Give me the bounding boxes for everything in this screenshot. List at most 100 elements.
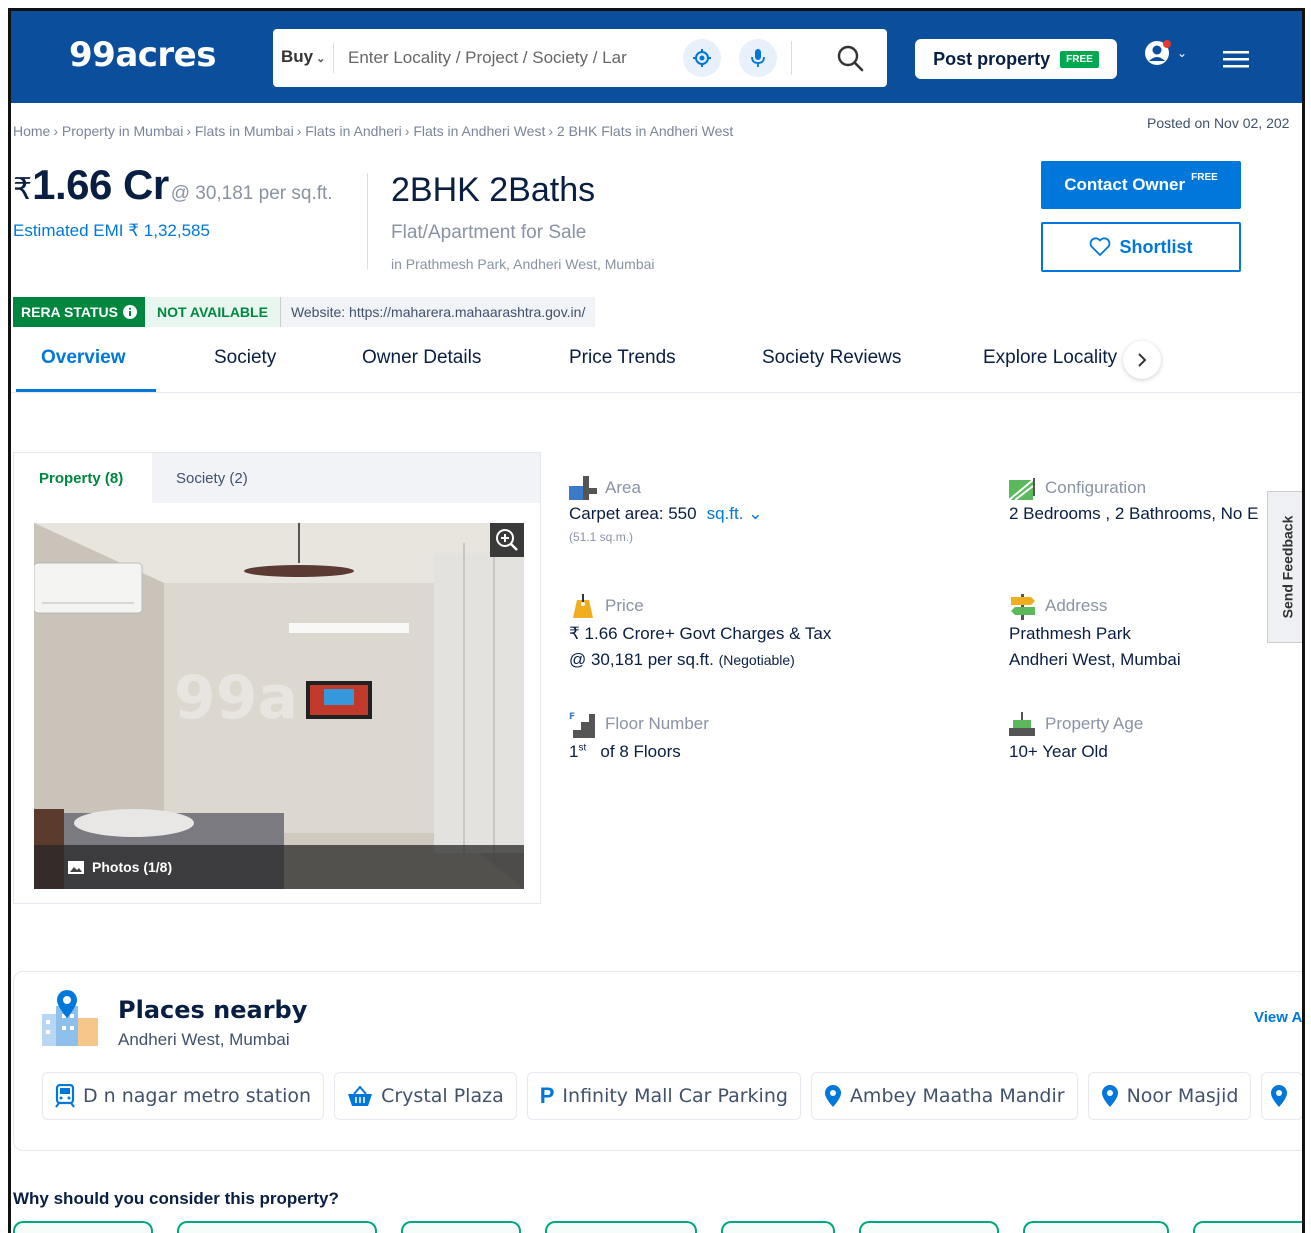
listing-location: in Prathmesh Park, Andheri West, Mumbai	[391, 256, 655, 272]
area-sqm: (51.1 sq.m.)	[569, 530, 634, 544]
address-line1: Prathmesh Park	[1009, 624, 1131, 643]
area-icon	[569, 476, 597, 500]
divider	[333, 43, 334, 73]
rera-website[interactable]: Website: https://maharera.mahaarashtra.g…	[279, 297, 596, 327]
detail-property-age: Property Age 10+ Year Old	[1009, 710, 1143, 762]
nearby-place-label: Ambey Maatha Mandir	[849, 1085, 1065, 1107]
rupee-symbol: ₹	[13, 173, 33, 206]
parking-icon: P	[539, 1083, 555, 1108]
property-photo[interactable]: 99a Photos (1/8)	[34, 523, 524, 889]
tab-society-reviews[interactable]: Society Reviews	[762, 347, 901, 369]
image-icon	[68, 860, 84, 874]
highlight-pill	[13, 1221, 153, 1233]
tab-property-photos[interactable]: Property (8)	[14, 453, 152, 503]
building-age-icon	[1009, 712, 1035, 736]
listing-subtitle: Flat/Apartment for Sale	[391, 222, 587, 243]
feedback-label: Send Feedback	[1279, 515, 1296, 619]
nearby-place-chip[interactable]: Noor Masjid	[1087, 1072, 1252, 1120]
price-value: ₹ 1.66 Crore+ Govt Charges & Tax	[569, 624, 832, 643]
locate-me-icon[interactable]	[683, 39, 721, 77]
view-all-link[interactable]: View Al	[1254, 1009, 1302, 1026]
places-nearby-title: Places nearby	[118, 996, 308, 1024]
tab-price-trends[interactable]: Price Trends	[569, 347, 676, 369]
configuration-value: 2 Bedrooms , 2 Bathrooms, No E	[1009, 504, 1259, 523]
chevron-right-icon[interactable]	[1123, 341, 1161, 379]
breadcrumb-item[interactable]: Property in Mumbai	[62, 123, 183, 139]
price-per-sqft-detail: @ 30,181 per sq.ft.	[569, 650, 714, 669]
nearby-place-chip[interactable]: D n nagar metro station	[42, 1072, 325, 1120]
photo-gallery: Property (8) Society (2) 99a Photos (1/8…	[13, 452, 541, 904]
user-account-menu[interactable]: ⌄	[1145, 39, 1187, 67]
shortlist-label: Shortlist	[1119, 236, 1193, 257]
zoom-in-icon[interactable]	[490, 523, 524, 557]
post-property-label: Post property	[933, 48, 1051, 69]
location-pin-icon	[1271, 1085, 1288, 1107]
highlight-pill	[545, 1221, 697, 1233]
nearby-place-chip[interactable]: Crystal Plaza	[334, 1072, 517, 1120]
nearby-places-list: D n nagar metro station Crystal Plaza P …	[42, 1072, 1302, 1120]
why-consider-heading: Why should you consider this property?	[13, 1189, 339, 1208]
microphone-icon[interactable]	[739, 39, 777, 77]
estimated-emi-link[interactable]: Estimated EMI ₹ 1,32,585	[13, 221, 210, 241]
active-tab-indicator	[16, 389, 156, 392]
breadcrumb-item[interactable]: Home	[13, 123, 50, 139]
breadcrumb-item[interactable]: Flats in Andheri West	[413, 123, 545, 139]
nearby-place-label: D n nagar metro station	[83, 1085, 312, 1107]
total-floors: of 8 Floors	[600, 742, 681, 761]
chevron-down-icon: ⌄	[748, 504, 763, 523]
nearby-place-label: Noor Masjid	[1126, 1085, 1239, 1107]
nearby-place-chip[interactable]: P Infinity Mall Car Parking	[526, 1072, 801, 1120]
places-nearby-subtitle: Andheri West, Mumbai	[118, 1030, 290, 1049]
nearby-place-chip[interactable]	[1261, 1072, 1302, 1120]
highlight-pill	[721, 1221, 835, 1233]
breadcrumb-item[interactable]: 2 BHK Flats in Andheri West	[557, 123, 733, 139]
negotiable-label: (Negotiable)	[718, 652, 795, 668]
tab-society-photos[interactable]: Society (2)	[176, 453, 248, 503]
search-input[interactable]	[348, 43, 648, 73]
detail-floor: F Floor Number 1st of 8 Floors	[569, 710, 709, 762]
floor-suffix: st	[578, 742, 587, 754]
highlight-pill	[859, 1221, 999, 1233]
tab-society[interactable]: Society	[214, 347, 276, 369]
detail-label: Property Age	[1045, 714, 1144, 733]
floor-icon: F	[569, 712, 595, 738]
price-tag-icon	[573, 594, 593, 618]
hamburger-menu-icon[interactable]	[1223, 49, 1249, 74]
room-image: 99a	[34, 523, 524, 889]
send-feedback-tab[interactable]: Send Feedback	[1267, 491, 1302, 643]
tab-owner-details[interactable]: Owner Details	[362, 347, 481, 369]
places-nearby-card: Places nearby Andheri West, Mumbai View …	[13, 971, 1302, 1151]
tab-overview[interactable]: Overview	[41, 347, 126, 369]
location-pin-icon	[1101, 1085, 1118, 1107]
address-line2: Andheri West, Mumbai	[1009, 650, 1181, 669]
search-icon[interactable]	[833, 41, 867, 75]
breadcrumb-item[interactable]: Flats in Andheri	[305, 123, 402, 139]
tab-explore-locality[interactable]: Explore Locality	[983, 347, 1117, 369]
post-property-button[interactable]: Post property FREE	[915, 39, 1117, 79]
heart-icon	[1090, 237, 1111, 256]
rera-status-row: RERA STATUS NOT AVAILABLE Website: https…	[13, 297, 596, 327]
nearby-place-chip[interactable]: Ambey Maatha Mandir	[810, 1072, 1078, 1120]
breadcrumb-item[interactable]: Flats in Mumbai	[195, 123, 294, 139]
highlight-pill	[1193, 1221, 1302, 1233]
nearby-place-label: Infinity Mall Car Parking	[562, 1085, 788, 1107]
shortlist-button[interactable]: Shortlist	[1041, 222, 1241, 272]
detail-address: Address Prathmesh Park Andheri West, Mum…	[1009, 592, 1181, 670]
configuration-icon	[1009, 478, 1035, 500]
photo-count-label: Photos (1/8)	[92, 859, 173, 875]
shopping-basket-icon	[348, 1085, 373, 1106]
page-frame: 99acres Buy⌄ Post property FREE ⌄	[8, 8, 1305, 1233]
unit-dropdown[interactable]: sq.ft. ⌄	[707, 504, 763, 523]
nearby-place-label: Crystal Plaza	[381, 1085, 504, 1107]
info-icon[interactable]	[122, 305, 137, 319]
detail-configuration: Configuration 2 Bedrooms , 2 Bathrooms, …	[1009, 476, 1258, 524]
carpet-area-value: Carpet area: 550	[569, 504, 697, 523]
price-per-sqft: @ 30,181 per sq.ft.	[170, 183, 333, 204]
detail-label: Configuration	[1045, 478, 1147, 497]
highlight-pill	[177, 1221, 377, 1233]
buy-dropdown[interactable]: Buy ⌄	[281, 47, 325, 67]
site-logo[interactable]: 99acres	[69, 35, 216, 75]
photo-count-bar[interactable]: Photos (1/8)	[34, 845, 524, 889]
contact-owner-label: Contact Owner	[1064, 175, 1186, 194]
contact-owner-button[interactable]: Contact Owner FREE	[1041, 161, 1241, 209]
